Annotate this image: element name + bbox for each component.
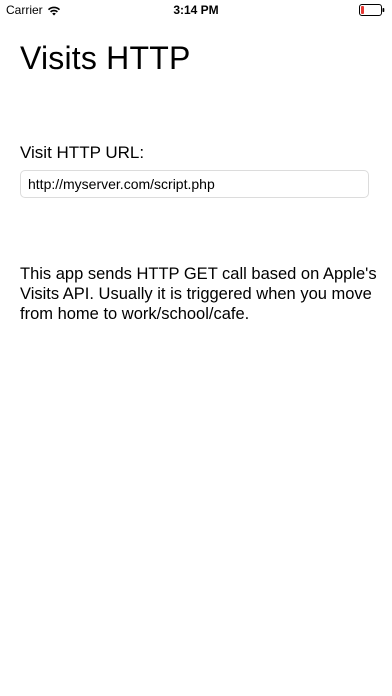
status-bar: Carrier 3:14 PM <box>0 0 392 20</box>
url-field-label: Visit HTTP URL: <box>20 143 145 162</box>
status-time: 3:14 PM <box>173 3 219 17</box>
page-title: Visits HTTP <box>20 40 191 76</box>
description-text: This app sends HTTP GET call based on Ap… <box>20 265 377 323</box>
url-input[interactable] <box>20 170 369 198</box>
battery-icon <box>359 4 385 16</box>
